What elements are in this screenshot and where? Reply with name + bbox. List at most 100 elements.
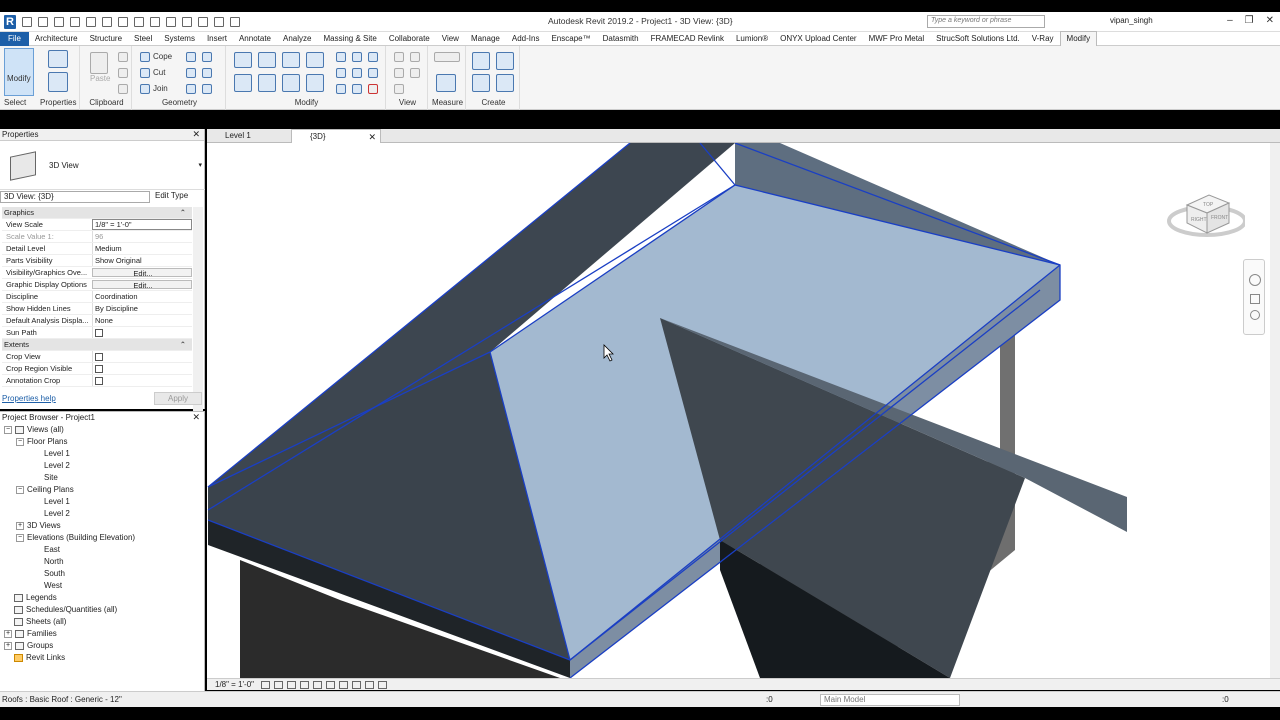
collapse-category-icon[interactable]: ⌃: [180, 339, 192, 350]
ribbon-tab-structure[interactable]: Structure: [84, 32, 128, 46]
crop-region-icon[interactable]: [339, 681, 348, 689]
apply-button[interactable]: Apply: [154, 392, 202, 405]
section-icon[interactable]: [182, 17, 192, 27]
type-properties-icon[interactable]: [48, 72, 68, 92]
cope-icon[interactable]: [140, 52, 150, 62]
type-selector[interactable]: 3D View ▾: [0, 142, 205, 190]
create-parts-icon[interactable]: [496, 52, 514, 70]
properties-help-link[interactable]: Properties help: [2, 394, 56, 403]
tree-cp-level2[interactable]: Level 2: [44, 508, 70, 520]
zoom-icon[interactable]: [1250, 310, 1260, 320]
tree-legends[interactable]: Legends: [14, 592, 57, 604]
3d-viewport[interactable]: TOP RIGHT FRONT: [207, 143, 1273, 678]
text-icon[interactable]: [150, 17, 160, 27]
property-value[interactable]: 96: [92, 231, 192, 242]
property-value[interactable]: By Discipline: [92, 303, 192, 314]
property-value[interactable]: Medium: [92, 243, 192, 254]
view-scale[interactable]: 1/8" = 1'-0": [215, 679, 254, 691]
collapse-category-icon[interactable]: ⌃: [180, 207, 192, 218]
edit-type-button[interactable]: Edit Type: [155, 191, 188, 200]
tree-east[interactable]: East: [44, 544, 60, 556]
tab-3d[interactable]: {3D} ✕: [291, 129, 381, 143]
property-value[interactable]: 1/8" = 1'-0": [92, 219, 192, 230]
measure-between-icon[interactable]: [434, 52, 460, 62]
visual-style-icon[interactable]: [274, 681, 283, 689]
revit-logo-icon[interactable]: R: [4, 15, 16, 29]
print-icon[interactable]: [102, 17, 112, 27]
tree-south[interactable]: South: [44, 568, 65, 580]
ribbon-tab-massing-site[interactable]: Massing & Site: [317, 32, 382, 46]
property-value[interactable]: None: [92, 315, 192, 326]
thin-lines-icon[interactable]: [198, 17, 208, 27]
extent-checkbox[interactable]: [95, 353, 103, 361]
ribbon-tab-steel[interactable]: Steel: [128, 32, 158, 46]
collapse-icon[interactable]: −: [16, 485, 24, 494]
tree-north[interactable]: North: [44, 556, 64, 568]
save-icon[interactable]: [38, 17, 48, 27]
user-account[interactable]: vipan_singh: [1110, 16, 1153, 25]
paint-icon[interactable]: [186, 68, 196, 78]
close-hidden-icon[interactable]: [214, 17, 224, 27]
selection-filter-count[interactable]: :0: [1222, 692, 1229, 707]
cope-label[interactable]: Cope: [153, 52, 172, 61]
join-icon[interactable]: [140, 84, 150, 94]
hide-element-icon[interactable]: [410, 52, 420, 62]
redo-icon[interactable]: [86, 17, 96, 27]
lock-view-icon[interactable]: [352, 681, 361, 689]
ribbon-tab-lumion[interactable]: Lumion®: [730, 32, 774, 46]
copy-icon[interactable]: [118, 68, 128, 78]
ribbon-tab-mwf-pro-metal[interactable]: MWF Pro Metal: [863, 32, 931, 46]
chevron-down-icon[interactable]: ▾: [198, 161, 202, 169]
properties-icon[interactable]: [48, 50, 68, 68]
tree-cp-level1[interactable]: Level 1: [44, 496, 70, 508]
tree-west[interactable]: West: [44, 580, 62, 592]
tree-3d-views[interactable]: +3D Views: [16, 520, 61, 532]
ribbon-tab-v-ray[interactable]: V-Ray: [1026, 32, 1060, 46]
undo-icon[interactable]: [70, 17, 80, 27]
ribbon-tab-collaborate[interactable]: Collaborate: [383, 32, 436, 46]
remove-paint-icon[interactable]: [186, 84, 196, 94]
expand-icon[interactable]: +: [16, 521, 24, 530]
unpin-icon[interactable]: [368, 52, 378, 62]
temporary-hide-icon[interactable]: [365, 681, 374, 689]
override-graphics-icon[interactable]: [394, 52, 404, 62]
beam-join-icon[interactable]: [202, 84, 212, 94]
aligned-dimension-icon[interactable]: [436, 74, 456, 92]
steering-wheel-icon[interactable]: [1249, 274, 1261, 286]
copy-element-icon[interactable]: [258, 74, 276, 92]
wall-joins-icon[interactable]: [186, 52, 196, 62]
ribbon-tab-manage[interactable]: Manage: [465, 32, 506, 46]
3d-view-icon[interactable]: [166, 17, 176, 27]
collapse-icon[interactable]: −: [4, 425, 12, 434]
close-tab-icon[interactable]: ✕: [368, 130, 376, 144]
expand-icon[interactable]: +: [4, 629, 12, 638]
create-assembly-icon[interactable]: [472, 52, 490, 70]
paste-icon[interactable]: [90, 52, 108, 74]
halftone-icon[interactable]: [394, 84, 404, 94]
browser-close-icon[interactable]: ✕: [192, 412, 200, 423]
demolish-icon[interactable]: [202, 68, 212, 78]
move-icon[interactable]: [234, 74, 252, 92]
ribbon-tab-view[interactable]: View: [436, 32, 465, 46]
ribbon-tab-analyze[interactable]: Analyze: [277, 32, 317, 46]
close-icon[interactable]: ✕: [1266, 15, 1274, 26]
extend-icon[interactable]: [352, 84, 362, 94]
delete-icon[interactable]: [368, 84, 378, 94]
active-model-selector[interactable]: Main Model: [820, 694, 960, 706]
ribbon-tab-strucsoft-solutions-ltd[interactable]: StrucSoft Solutions Ltd.: [930, 32, 1026, 46]
viewcube-graphic[interactable]: TOP RIGHT FRONT: [1165, 177, 1247, 247]
modify-button[interactable]: [4, 48, 34, 96]
extent-checkbox[interactable]: [95, 377, 103, 385]
tree-fp-level2[interactable]: Level 2: [44, 460, 70, 472]
render-icon[interactable]: [313, 681, 322, 689]
property-category[interactable]: Graphics ⌃: [2, 207, 192, 219]
crop-view-icon[interactable]: [326, 681, 335, 689]
model-canvas[interactable]: [207, 143, 1273, 678]
ribbon-tab-insert[interactable]: Insert: [201, 32, 233, 46]
tree-families[interactable]: + Families: [4, 628, 57, 640]
edit-button[interactable]: Edit...: [92, 280, 192, 289]
select-dropdown[interactable]: Select: [4, 98, 26, 107]
trim-icon[interactable]: [306, 74, 324, 92]
pan-icon[interactable]: [1250, 294, 1260, 304]
sun-path-checkbox[interactable]: [95, 329, 103, 337]
